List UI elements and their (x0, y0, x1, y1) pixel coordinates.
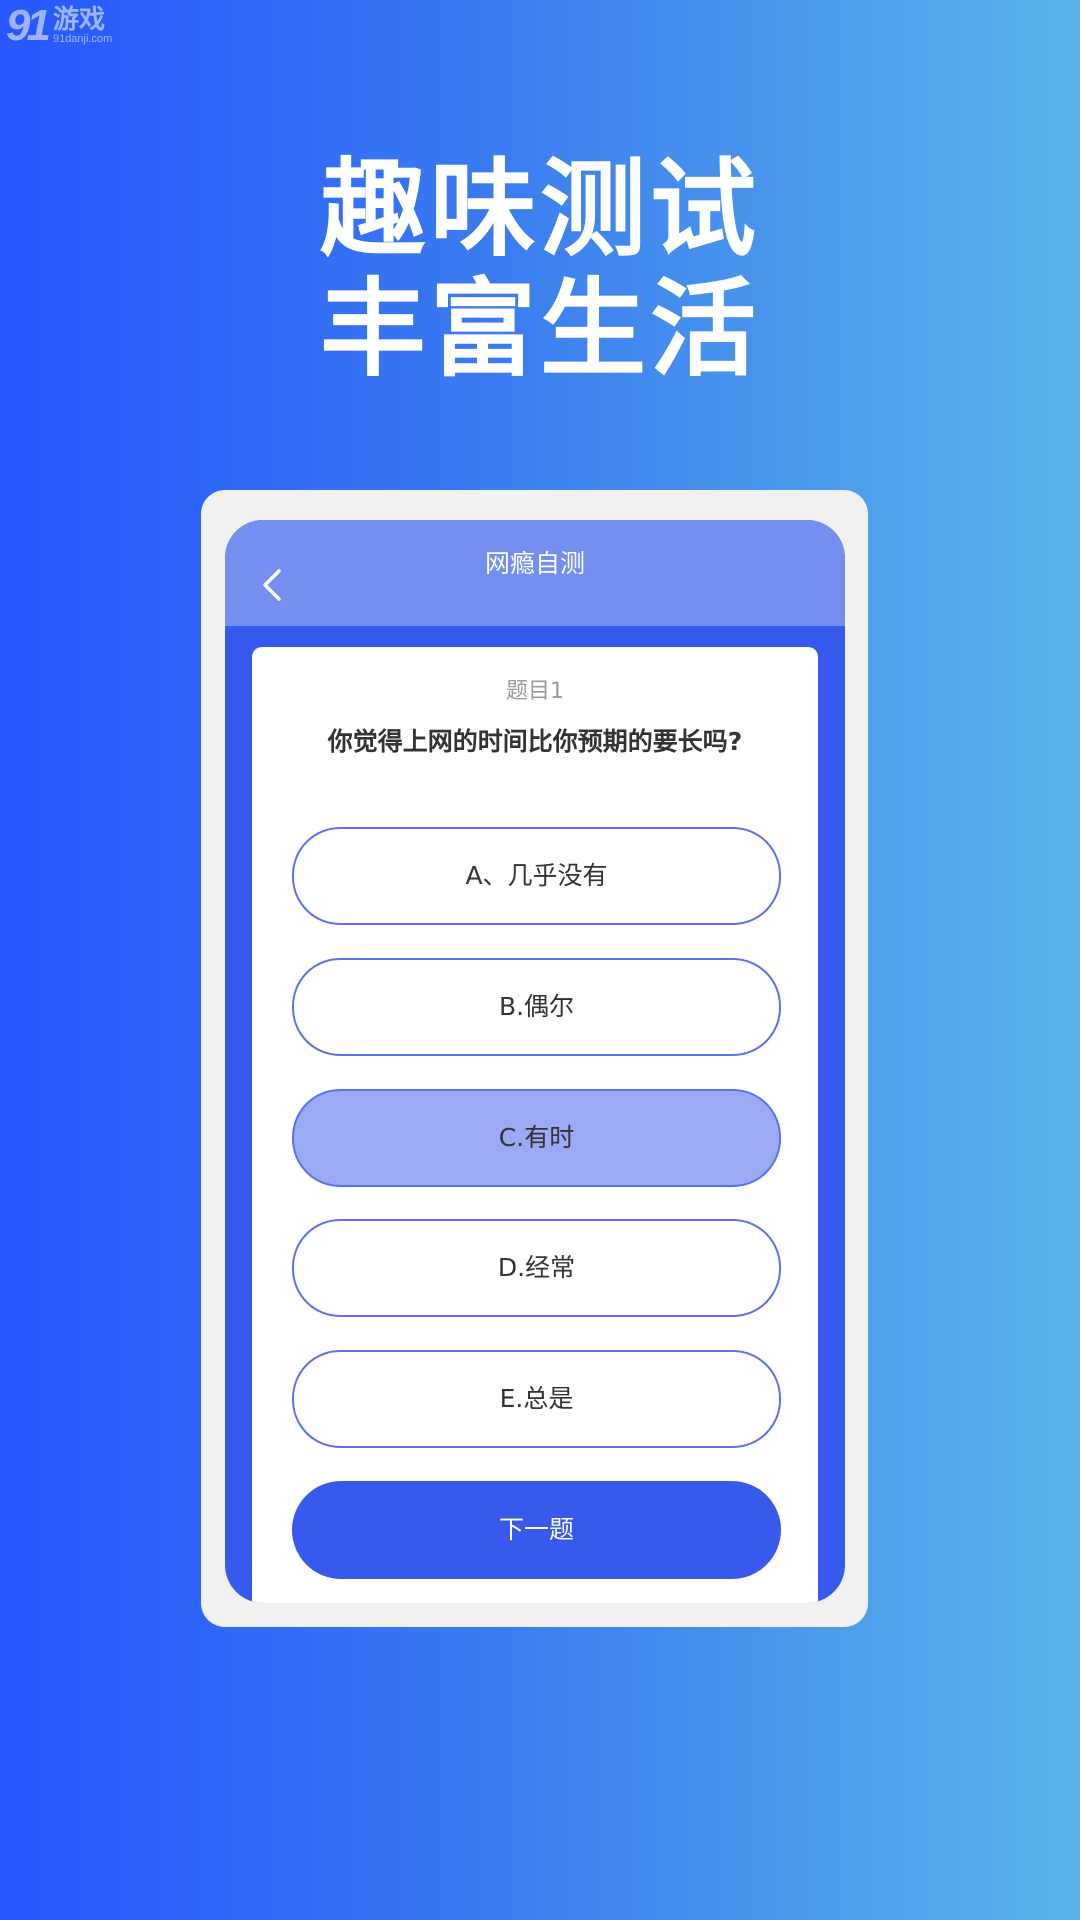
promo-headline: 趣味测试 丰富生活 (0, 150, 1080, 390)
headline-line-1: 趣味测试 (320, 148, 760, 271)
app-header: 网瘾自测 (225, 520, 845, 626)
option-c-button[interactable]: C.有时 (292, 1089, 781, 1187)
option-a-button[interactable]: A、几乎没有 (292, 827, 781, 925)
option-d-button[interactable]: D.经常 (292, 1219, 781, 1317)
watermark-domain: 91danji.com (52, 33, 113, 45)
question-text: 你觉得上网的时间比你预期的要长吗? (327, 727, 743, 756)
option-e-button[interactable]: E.总是 (292, 1350, 781, 1448)
headline-line-2: 丰富生活 (320, 268, 760, 391)
header-title: 网瘾自测 (484, 549, 585, 578)
device-frame: 网瘾自测 题目1 你觉得上网的时间比你预期的要长吗? A、几乎没有 B.偶尔 C… (201, 490, 868, 1627)
question-index: 题目1 (506, 679, 564, 704)
app-screen: 网瘾自测 题目1 你觉得上网的时间比你预期的要长吗? A、几乎没有 B.偶尔 C… (225, 520, 845, 1603)
watermark-text: 游戏 91danji.com (53, 7, 112, 45)
question-card: 题目1 你觉得上网的时间比你预期的要长吗? A、几乎没有 B.偶尔 C.有时 D… (252, 647, 818, 1603)
next-question-button[interactable]: 下一题 (292, 1481, 781, 1579)
watermark-name: 游戏 (52, 5, 105, 35)
watermark-number: 91 (6, 1, 51, 50)
option-b-button[interactable]: B.偶尔 (292, 958, 781, 1056)
watermark-logo: 91 游戏 91danji.com (6, 4, 112, 48)
